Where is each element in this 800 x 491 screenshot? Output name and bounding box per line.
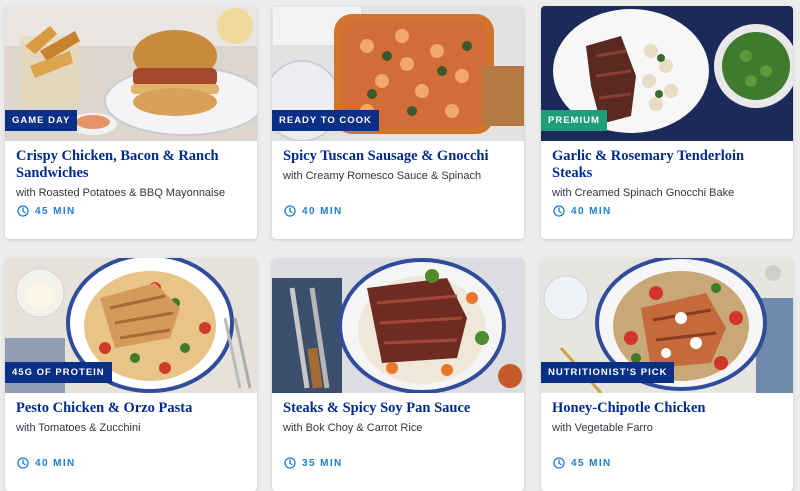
clock-icon bbox=[553, 205, 565, 217]
clock-icon bbox=[553, 457, 565, 469]
recipe-image: NUTRITIONIST'S PICK bbox=[541, 258, 793, 393]
recipe-subtitle: with Roasted Potatoes & BBQ Mayonnaise bbox=[16, 187, 226, 199]
recipe-card[interactable]: READY TO COOK Spicy Tuscan Sausage & Gno… bbox=[272, 6, 524, 239]
recipe-card[interactable]: PREMIUM Garlic & Rosemary Tenderloin Ste… bbox=[541, 6, 793, 239]
cook-time-text: 45 MIN bbox=[571, 457, 612, 469]
cook-time: 40 MIN bbox=[553, 205, 612, 217]
recipe-subtitle: with Creamed Spinach Gnocchi Bake bbox=[552, 187, 735, 199]
recipe-image: 45G OF PROTEIN bbox=[5, 258, 257, 393]
recipe-subtitle: with Tomatoes & Zucchini bbox=[16, 422, 141, 434]
recipe-title[interactable]: Crispy Chicken, Bacon & Ranch Sandwiches bbox=[16, 148, 247, 182]
recipe-card[interactable]: NUTRITIONIST'S PICK Honey-Chipotle Chick… bbox=[541, 258, 793, 491]
clock-icon bbox=[284, 205, 296, 217]
recipe-subtitle: with Vegetable Farro bbox=[552, 422, 653, 434]
recipe-image: PREMIUM bbox=[541, 6, 793, 141]
cook-time-text: 35 MIN bbox=[302, 457, 343, 469]
recipe-subtitle: with Bok Choy & Carrot Rice bbox=[283, 422, 423, 434]
recipe-badge: READY TO COOK bbox=[272, 110, 379, 131]
cook-time-text: 40 MIN bbox=[571, 205, 612, 217]
recipe-card[interactable]: 45G OF PROTEIN Pesto Chicken & Orzo Past… bbox=[5, 258, 257, 491]
recipe-grid: GAME DAY Crispy Chicken, Bacon & Ranch S… bbox=[0, 0, 800, 491]
recipe-badge: GAME DAY bbox=[5, 110, 78, 131]
clock-icon bbox=[284, 457, 296, 469]
clock-icon bbox=[17, 457, 29, 469]
recipe-badge: 45G OF PROTEIN bbox=[5, 362, 112, 383]
recipe-card[interactable]: Steaks & Spicy Soy Pan Sauce with Bok Ch… bbox=[272, 258, 524, 491]
recipe-title[interactable]: Steaks & Spicy Soy Pan Sauce bbox=[283, 400, 514, 417]
cook-time: 40 MIN bbox=[284, 205, 343, 217]
cook-time-text: 40 MIN bbox=[35, 457, 76, 469]
recipe-title[interactable]: Pesto Chicken & Orzo Pasta bbox=[16, 400, 247, 417]
cook-time: 40 MIN bbox=[17, 457, 76, 469]
cook-time: 45 MIN bbox=[553, 457, 612, 469]
cook-time-text: 45 MIN bbox=[35, 205, 76, 217]
recipe-image: READY TO COOK bbox=[272, 6, 524, 141]
recipe-subtitle: with Creamy Romesco Sauce & Spinach bbox=[283, 170, 482, 182]
recipe-title[interactable]: Spicy Tuscan Sausage & Gnocchi bbox=[283, 148, 514, 165]
recipe-image: GAME DAY bbox=[5, 6, 257, 141]
recipe-image bbox=[272, 258, 524, 393]
recipe-title[interactable]: Honey-Chipotle Chicken bbox=[552, 400, 783, 417]
recipe-badge: NUTRITIONIST'S PICK bbox=[541, 362, 675, 383]
recipe-title[interactable]: Garlic & Rosemary Tenderloin Steaks bbox=[552, 148, 783, 182]
recipe-card[interactable]: GAME DAY Crispy Chicken, Bacon & Ranch S… bbox=[5, 6, 257, 239]
clock-icon bbox=[17, 205, 29, 217]
cook-time: 35 MIN bbox=[284, 457, 343, 469]
recipe-badge: PREMIUM bbox=[541, 110, 607, 131]
cook-time: 45 MIN bbox=[17, 205, 76, 217]
cook-time-text: 40 MIN bbox=[302, 205, 343, 217]
